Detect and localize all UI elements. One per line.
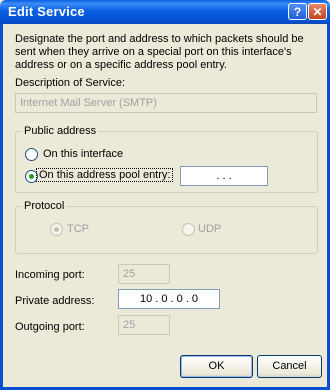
instructions-text: Designate the port and address to which … bbox=[15, 33, 304, 71]
title-bar[interactable]: Edit Service ? ✕ bbox=[0, 0, 330, 24]
radio-address-pool-entry-label[interactable]: On this address pool entry: bbox=[35, 168, 174, 182]
address-pool-field[interactable]: . . . bbox=[180, 166, 268, 186]
radio-udp-label[interactable]: UDP bbox=[198, 223, 221, 235]
window-title: Edit Service bbox=[8, 4, 85, 19]
close-icon: ✕ bbox=[312, 5, 323, 19]
radio-on-this-interface[interactable] bbox=[25, 148, 38, 161]
description-field[interactable]: Internet Mail Server (SMTP) bbox=[15, 93, 317, 113]
ok-button[interactable]: OK bbox=[180, 355, 253, 378]
outgoing-port-label: Outgoing port: bbox=[15, 321, 85, 333]
private-address-label: Private address: bbox=[15, 295, 95, 307]
description-label: Description of Service: bbox=[15, 77, 126, 89]
close-button[interactable]: ✕ bbox=[308, 3, 327, 20]
radio-udp[interactable] bbox=[182, 223, 195, 236]
protocol-legend: Protocol bbox=[22, 200, 67, 212]
private-address-field[interactable]: 10 . 0 . 0 . 0 bbox=[118, 289, 220, 309]
incoming-port-label: Incoming port: bbox=[15, 269, 85, 281]
help-icon: ? bbox=[293, 5, 302, 19]
public-address-legend: Public address bbox=[22, 125, 99, 137]
cancel-button[interactable]: Cancel bbox=[257, 355, 322, 378]
radio-tcp[interactable] bbox=[50, 223, 63, 236]
outgoing-port-field[interactable]: 25 bbox=[118, 315, 170, 335]
help-button[interactable]: ? bbox=[288, 3, 307, 20]
radio-tcp-label[interactable]: TCP bbox=[67, 223, 89, 235]
incoming-port-field[interactable]: 25 bbox=[118, 264, 170, 284]
public-address-group: Public address bbox=[15, 125, 318, 193]
radio-on-this-interface-label[interactable]: On this interface bbox=[43, 148, 123, 160]
